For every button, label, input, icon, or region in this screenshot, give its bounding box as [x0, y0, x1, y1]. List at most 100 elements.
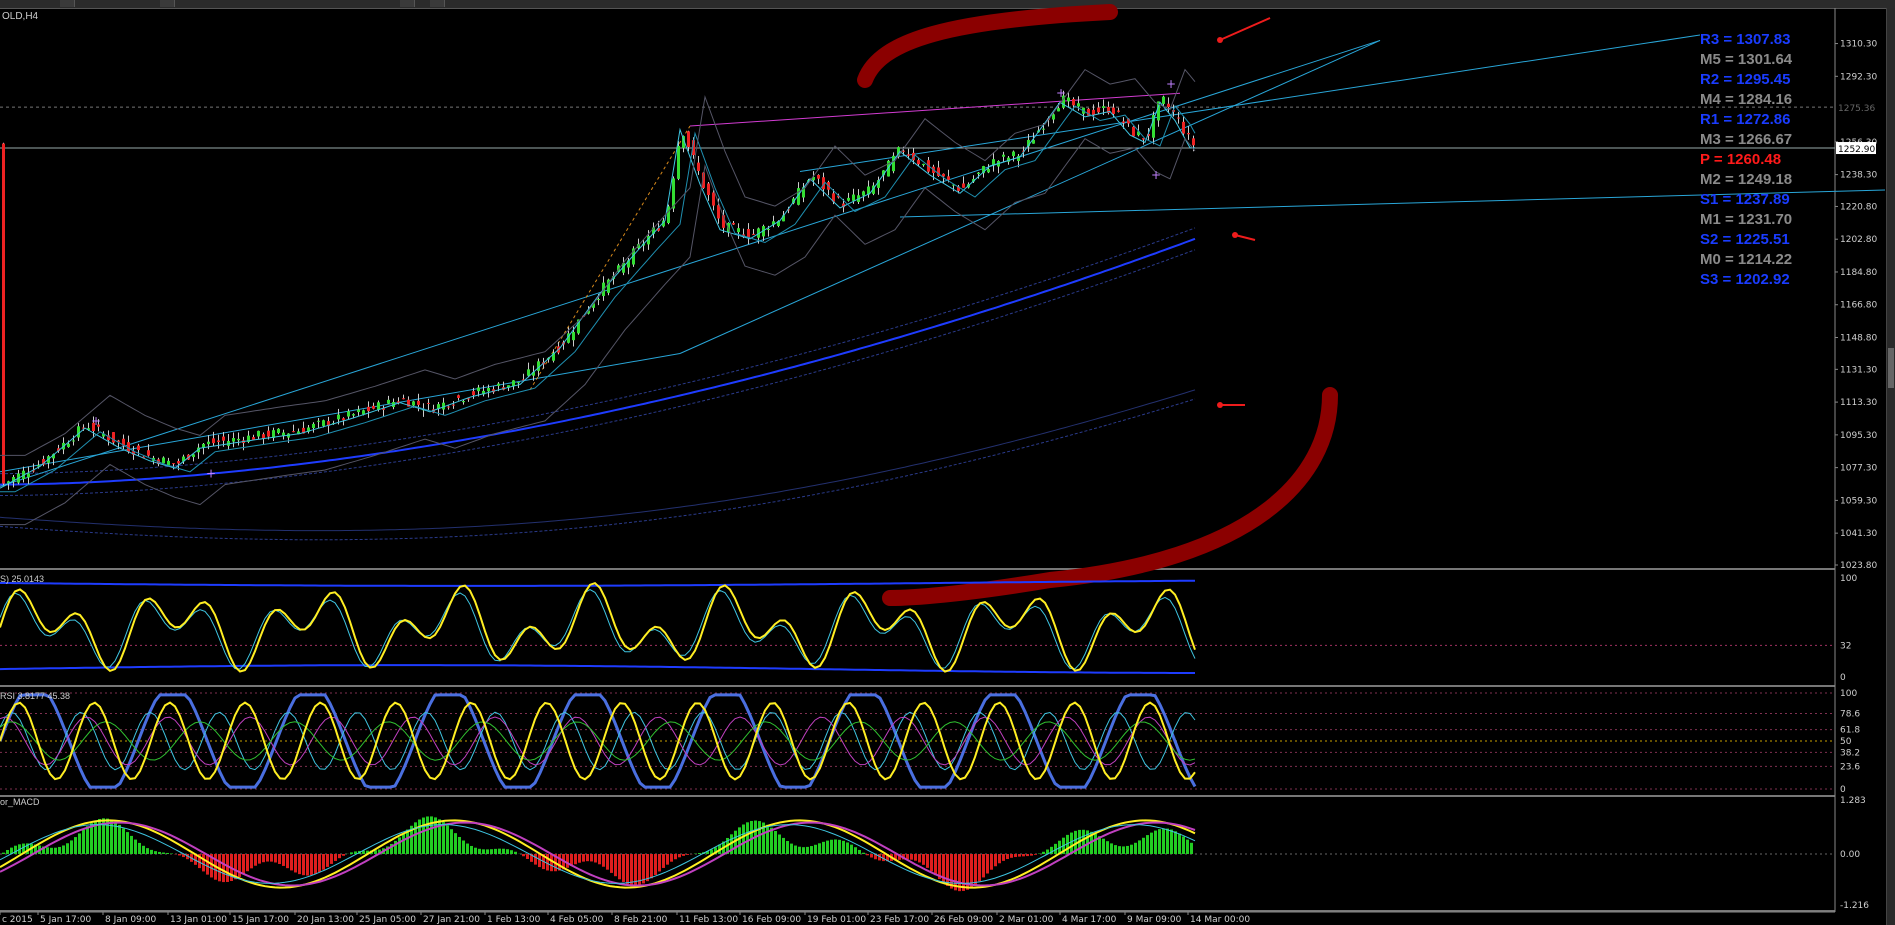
- candle-body: [317, 420, 320, 422]
- macd-histogram-bar: [122, 828, 125, 854]
- macd-histogram-bar: [162, 852, 165, 854]
- macd-histogram-bar: [606, 854, 609, 870]
- macd-histogram-bar: [1094, 833, 1097, 854]
- candle-body: [367, 406, 370, 412]
- macd-histogram-bar: [674, 854, 677, 860]
- candle-body: [27, 473, 30, 478]
- macd-histogram-bar: [778, 834, 781, 854]
- macd-histogram-bar: [790, 843, 793, 854]
- candle-body: [207, 441, 210, 445]
- macd-histogram-bar: [558, 854, 561, 871]
- macd-histogram-bar: [1166, 828, 1169, 854]
- macd-histogram-bar: [254, 854, 257, 866]
- macd-histogram-bar: [534, 854, 537, 865]
- candle-body: [1177, 117, 1180, 119]
- macd-histogram-bar: [450, 829, 453, 854]
- macd-histogram-bar: [2, 852, 5, 854]
- y-tick-label: 1059.30: [1840, 496, 1877, 506]
- candle-body: [1192, 138, 1195, 146]
- macd-histogram-bar: [274, 854, 277, 863]
- macd-histogram-bar: [342, 854, 345, 856]
- x-tick-label: 27 Jan 21:00: [423, 915, 480, 925]
- macd-histogram-bar: [774, 831, 777, 854]
- candle-body: [922, 163, 925, 166]
- pivot-level: M0 = 1214.22: [1700, 251, 1793, 268]
- macd-histogram-bar: [150, 849, 153, 854]
- ma-fast: [0, 101, 1195, 489]
- candle-body: [987, 169, 990, 173]
- vertical-scrollbar[interactable]: [1886, 8, 1895, 925]
- pivot-level: M2 = 1249.18: [1700, 171, 1793, 188]
- macd-histogram-bar: [1082, 829, 1085, 854]
- x-tick-label: 26 Feb 09:00: [934, 915, 993, 925]
- macd-histogram-bar: [910, 854, 913, 860]
- scroll-thumb[interactable]: [1888, 348, 1894, 388]
- price-chart[interactable]: 1310.301292.301256.301238.301220.801202.…: [0, 0, 1885, 925]
- macd-histogram-bar: [1162, 828, 1165, 854]
- macd-histogram-bar: [298, 854, 301, 875]
- macd-histogram-bar: [1138, 840, 1141, 854]
- macd-histogram-bar: [998, 854, 1001, 864]
- macd-histogram-bar: [854, 847, 857, 854]
- candle-body: [1067, 97, 1070, 102]
- candle-body: [947, 176, 950, 180]
- macd-histogram-bar: [262, 854, 265, 863]
- candle-body: [977, 172, 980, 174]
- macd-histogram-bar: [550, 854, 553, 872]
- macd-histogram-bar: [1002, 854, 1005, 861]
- macd-histogram-bar: [922, 854, 925, 865]
- candle-body: [767, 229, 770, 231]
- candle-body: [1052, 114, 1055, 120]
- candle-body: [387, 399, 390, 404]
- macd-histogram-bar: [818, 843, 821, 854]
- macd-histogram-bar: [1042, 851, 1045, 854]
- trendline: [799, 34, 1701, 172]
- candle-body: [1077, 103, 1080, 107]
- macd-histogram-bar: [830, 839, 833, 854]
- candle-body: [707, 183, 710, 196]
- macd-histogram-bar: [746, 822, 749, 854]
- macd-histogram-bar: [978, 854, 981, 882]
- macd-histogram-bar: [178, 854, 181, 856]
- candle-body: [352, 414, 355, 416]
- macd-histogram-bar: [494, 848, 497, 854]
- macd-histogram-bar: [1134, 842, 1137, 854]
- macd-histogram-bar: [466, 843, 469, 854]
- y-tick-label: 1184.80: [1840, 268, 1877, 278]
- macd-histogram-bar: [974, 854, 977, 885]
- macd-histogram-bar: [1102, 838, 1105, 854]
- candle-body: [1162, 96, 1165, 104]
- candle-body: [752, 233, 755, 235]
- macd-histogram-bar: [1158, 829, 1161, 854]
- candle-body: [597, 299, 600, 301]
- macd-histogram-bar: [514, 851, 517, 854]
- trendline: [679, 40, 1381, 354]
- macd-histogram-bar: [170, 853, 173, 854]
- macd-histogram-bar: [1122, 846, 1125, 854]
- stoch-tick: 0: [1840, 673, 1846, 683]
- macd-histogram-bar: [130, 835, 133, 854]
- env-lower: [0, 398, 1196, 541]
- macd-histogram-bar: [582, 854, 585, 862]
- candle-body: [262, 434, 265, 439]
- macd-histogram-bar: [670, 854, 673, 862]
- macd-histogram-bar: [330, 854, 333, 864]
- macd-histogram-bar: [682, 854, 685, 856]
- candle-body: [697, 162, 700, 171]
- macd-histogram-bar: [1010, 854, 1013, 858]
- pivot-level: M4 = 1284.16: [1700, 91, 1793, 108]
- macd-histogram-bar: [470, 845, 473, 854]
- x-tick-label: 16 Feb 09:00: [742, 915, 801, 925]
- macd-histogram-bar: [478, 848, 481, 854]
- rsi-tick: 38.2: [1840, 748, 1860, 758]
- macd-histogram-bar: [1150, 832, 1153, 854]
- macd-histogram-bar: [510, 850, 513, 854]
- candle-body: [1167, 103, 1170, 108]
- macd-histogram-bar: [1170, 829, 1173, 854]
- macd-histogram-bar: [290, 854, 293, 871]
- annotation-arrowhead: [1217, 37, 1223, 43]
- macd-histogram-bar: [158, 851, 161, 854]
- candle-body: [527, 369, 530, 376]
- macd-histogram-bar: [782, 837, 785, 854]
- macd-histogram-bar: [654, 854, 657, 875]
